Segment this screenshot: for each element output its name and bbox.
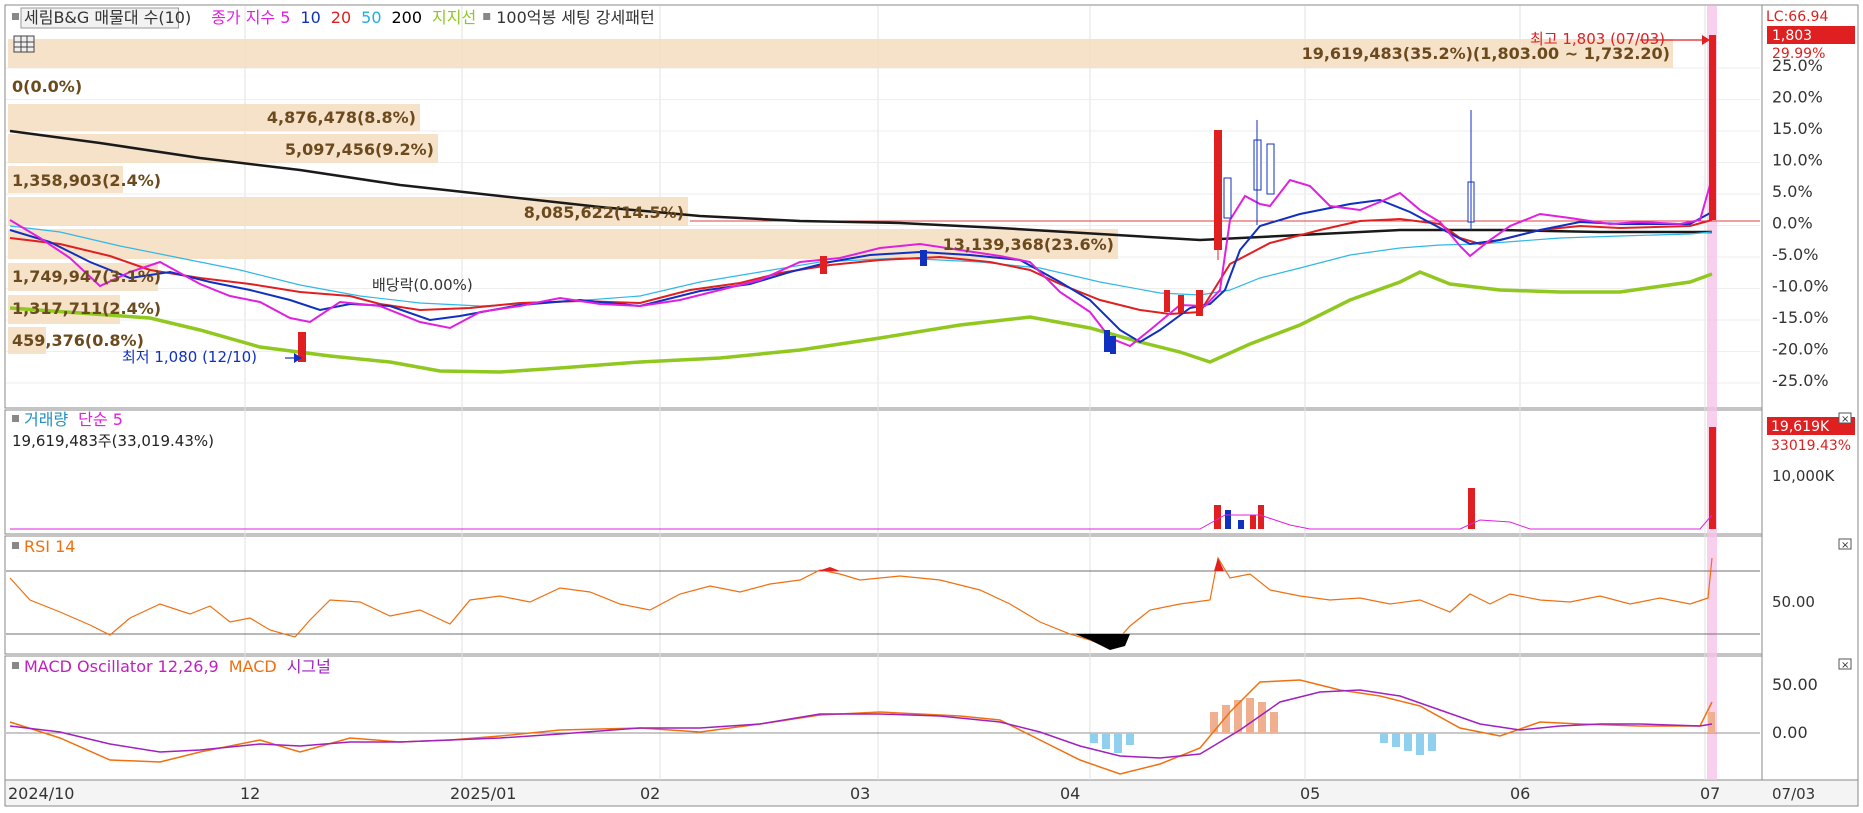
x-current-date: 07/03: [1772, 785, 1815, 803]
legend-item: MACD: [229, 657, 277, 676]
legend-item: 50: [361, 8, 381, 27]
legend-item: 200: [392, 8, 423, 27]
current-volume-pct: 33019.43%: [1771, 438, 1851, 454]
y-tick-label: 5.0%: [1772, 182, 1813, 201]
legend-bullet: [12, 662, 19, 669]
candle-bar: [1196, 290, 1203, 316]
current-lc: LC:66.94: [1766, 9, 1828, 25]
rsi-y-tick: 50.00: [1772, 593, 1815, 611]
y-tick-label: 50.00: [1772, 675, 1818, 694]
legend-bullet: [12, 415, 19, 422]
candle-bar: [1178, 295, 1184, 313]
close-icon[interactable]: ×: [1838, 658, 1852, 671]
x-tick-label: 05: [1300, 784, 1320, 803]
y-tick-label: 15.0%: [1772, 119, 1823, 138]
volume-info: 19,619,483주(33,019.43%): [12, 432, 214, 450]
close-icon[interactable]: ×: [1838, 412, 1852, 425]
chart-canvas[interactable]: 19,619,483(35.2%)(1,803.00 ~ 1,732.20)0(…: [0, 0, 1863, 809]
svg-text:×: ×: [1841, 540, 1849, 551]
x-tick-label: 02: [640, 784, 660, 803]
volume-profile-label: 13,139,368(23.6%): [943, 235, 1114, 254]
candle-bar: [820, 256, 827, 274]
volume-profile-label: 4,876,478(8.8%): [267, 108, 416, 127]
volume-profile-label: 8,085,622(14.5%): [524, 203, 684, 222]
stock-chart[interactable]: 19,619,483(35.2%)(1,803.00 ~ 1,732.20) 0(…: [0, 0, 1863, 809]
current-volume: 19,619K: [1771, 419, 1830, 435]
close-icon[interactable]: ×: [1838, 538, 1852, 551]
y-tick-label: 0.0%: [1772, 214, 1813, 233]
y-tick-label: -5.0%: [1772, 245, 1818, 264]
candle-bar: [1266, 143, 1275, 195]
candle-bar: [1164, 290, 1170, 312]
volume-profile-label: 0(0.0%): [12, 77, 82, 96]
y-tick-label: -20.0%: [1772, 340, 1829, 359]
candle-bar: [1709, 35, 1716, 220]
legend-item: MACD Oscillator 12,26,9: [24, 657, 219, 676]
x-tick-label: 03: [850, 784, 870, 803]
volume-profile-label: 5,097,456(9.2%): [285, 140, 434, 159]
legend-bullet: [12, 13, 19, 20]
candle-bar: [1223, 177, 1232, 219]
x-tick-label: 2025/01: [450, 784, 516, 803]
x-tick-label: 12: [240, 784, 260, 803]
legend-item: 단순 5: [78, 410, 123, 429]
x-tick-label: 2024/10: [8, 784, 74, 803]
legend-item: 시그널: [287, 657, 331, 676]
candle-bar: [1104, 330, 1110, 352]
legend-item: 20: [331, 8, 351, 27]
y-tick-label: -10.0%: [1772, 277, 1829, 296]
legend-item: 거래량: [24, 410, 68, 429]
legend-bullet: [12, 542, 19, 549]
volume-y-tick: 10,000K: [1772, 467, 1835, 485]
svg-text:×: ×: [1841, 414, 1849, 425]
y-tick-label: -25.0%: [1772, 371, 1829, 390]
candle-bar: [1110, 336, 1116, 354]
current-price: 1,803: [1772, 28, 1812, 44]
legend-item: 100억봉 세팅 강세패턴: [496, 8, 654, 27]
x-tick-label: 07: [1700, 784, 1720, 803]
legend-item: 10: [300, 8, 320, 27]
y-tick-label: -15.0%: [1772, 308, 1829, 327]
dividend-marker-label: 배당락(0.00%): [372, 276, 473, 294]
legend-item: 세림B&G 매물대 수(10): [24, 8, 191, 27]
legend-item: 지지선: [432, 8, 476, 27]
y-tick-label: 10.0%: [1772, 151, 1823, 170]
volume-profile-label: 1,317,711(2.4%): [12, 299, 161, 318]
low-marker-label: 최저 1,080 (12/10): [122, 348, 257, 366]
legend-item: RSI 14: [24, 537, 75, 556]
y-tick-label: 20.0%: [1772, 88, 1823, 107]
x-tick-label: 04: [1060, 784, 1080, 803]
volume-profile-label: 1,749,947(3.1%): [12, 267, 161, 286]
current-pct: 29.99%: [1772, 46, 1825, 62]
y-tick-label: 0.00: [1772, 723, 1808, 742]
x-tick-label: 06: [1510, 784, 1530, 803]
legend-bullet: [483, 13, 491, 20]
legend-item: 종가 지수 5: [211, 8, 290, 27]
volume-profile-label: 1,358,903(2.4%): [12, 171, 161, 190]
high-marker-label: 최고 1,803 (07/03): [1530, 30, 1665, 48]
candle-bar: [920, 250, 927, 266]
svg-text:×: ×: [1841, 660, 1849, 671]
table-icon[interactable]: [13, 35, 35, 53]
